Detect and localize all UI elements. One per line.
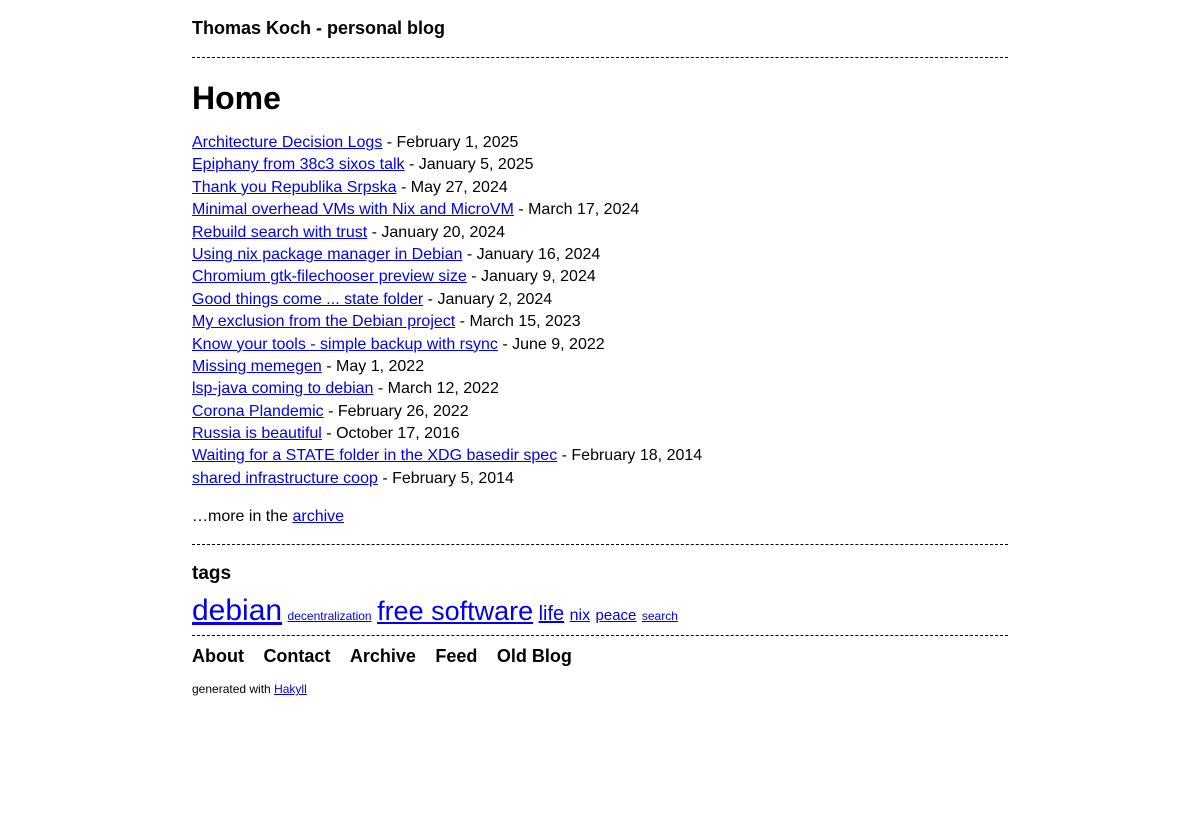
post-date-separator: - (462, 245, 477, 263)
post-link[interactable]: Waiting for a STATE folder in the XDG ba… (192, 447, 557, 464)
post-list-item: shared infrastructure coop - February 5,… (192, 468, 1008, 490)
post-date: March 12, 2022 (387, 380, 499, 398)
post-link[interactable]: Using nix package manager in Debian (192, 246, 462, 263)
post-link[interactable]: Minimal overhead VMs with Nix and MicroV… (192, 201, 514, 218)
tag-link[interactable]: search (642, 609, 678, 623)
post-date: January 9, 2024 (480, 268, 596, 286)
post-link[interactable]: Missing memegen (192, 358, 322, 375)
post-link[interactable]: Good things come ... state folder (192, 291, 423, 308)
post-link[interactable]: Thank you Republika Srpska (192, 179, 397, 196)
tags-heading: tags (192, 563, 232, 585)
post-link[interactable]: My exclusion from the Debian project (192, 313, 455, 330)
post-date-separator: - (396, 178, 411, 196)
post-list-item: Good things come ... state folder - Janu… (192, 289, 1008, 311)
post-date: February 26, 2022 (337, 402, 469, 420)
post-date-separator: - (367, 223, 382, 241)
post-list-item: lsp-java coming to debian - March 12, 20… (192, 378, 1008, 400)
post-date-separator: - (513, 201, 529, 219)
post-date: May 27, 2024 (410, 178, 508, 196)
post-date-separator: - (373, 380, 388, 398)
tag-link[interactable]: life (539, 603, 565, 625)
post-list: Architecture Decision Logs - February 1,… (192, 132, 1008, 490)
post-list-item: Thank you Republika Srpska - May 27, 202… (192, 177, 1008, 199)
tag-link[interactable]: nix (570, 607, 590, 624)
hakyll-link[interactable]: Hakyll (274, 682, 307, 696)
post-date: June 9, 2022 (512, 335, 605, 353)
post-list-item: Corona Plandemic - February 26, 2022 (192, 401, 1008, 423)
tag-link[interactable]: free software (377, 596, 533, 626)
post-list-item: Russia is beautiful - October 17, 2016 (192, 423, 1008, 445)
post-link[interactable]: Chromium gtk-filechooser preview size (192, 268, 467, 285)
post-link[interactable]: Know your tools - simple backup with rsy… (192, 336, 498, 353)
tag-link[interactable]: peace (596, 607, 637, 624)
footer-nav-feed[interactable]: Feed (435, 646, 477, 666)
post-date: February 18, 2014 (571, 447, 703, 465)
page-title: Home (192, 80, 281, 116)
post-list-item: Minimal overhead VMs with Nix and MicroV… (192, 199, 1008, 221)
footer-nav-contact[interactable]: Contact (263, 646, 330, 666)
post-link[interactable]: Corona Plandemic (192, 403, 324, 420)
footer-divider (192, 635, 1008, 637)
page-wrapper: Thomas Koch - personal blog Home Archite… (192, 17, 1008, 697)
post-date: January 16, 2024 (476, 245, 601, 263)
site-title-link[interactable]: Thomas Koch - personal blog (192, 17, 1008, 39)
post-date-separator: - (455, 313, 470, 331)
more-archive-line: …more in the archive (192, 506, 1008, 528)
tag-link[interactable]: debian (192, 594, 282, 627)
post-link[interactable]: Rebuild search with trust (192, 224, 367, 241)
post-list-item: Rebuild search with trust - January 20, … (192, 222, 1008, 244)
post-date: January 2, 2024 (437, 290, 553, 308)
post-date-separator: - (382, 134, 397, 151)
generated-prefix: generated with (192, 682, 275, 697)
post-date-separator: - (323, 402, 338, 420)
post-list-item: My exclusion from the Debian project - M… (192, 311, 1008, 333)
content-divider (192, 544, 1008, 546)
post-date: March 15, 2023 (469, 313, 581, 331)
post-date: February 1, 2025 (396, 134, 519, 151)
post-date-separator: - (466, 268, 481, 286)
post-date-separator: - (321, 357, 337, 375)
footer-nav-archive[interactable]: Archive (350, 646, 416, 666)
post-list-item: Know your tools - simple backup with rsy… (192, 334, 1008, 356)
archive-link[interactable]: archive (292, 508, 344, 525)
post-link[interactable]: Architecture Decision Logs (192, 134, 382, 151)
more-prefix: …more in the (192, 508, 293, 526)
post-list-item: Waiting for a STATE folder in the XDG ba… (192, 445, 1008, 467)
post-list-item: Using nix package manager in Debian - Ja… (192, 244, 1008, 266)
footer-nav: About Contact Archive Feed Old Blog (192, 645, 1008, 667)
post-date-separator: - (557, 447, 572, 465)
footer-nav-old-blog[interactable]: Old Blog (497, 646, 572, 666)
footer-nav-about[interactable]: About (192, 646, 244, 666)
post-list-item: Architecture Decision Logs - February 1,… (192, 132, 1008, 154)
post-date-separator: - (423, 290, 438, 308)
tag-cloud: debian decentralization free software li… (192, 593, 1008, 629)
post-link[interactable]: Russia is beautiful (192, 425, 322, 442)
header-divider (192, 57, 1008, 58)
post-date-separator: - (321, 425, 337, 443)
post-list-item: Chromium gtk-filechooser preview size - … (192, 266, 1008, 288)
post-date: February 5, 2014 (392, 469, 514, 487)
post-date: January 5, 2025 (418, 156, 534, 174)
post-date-separator: - (497, 335, 513, 353)
post-date: January 20, 2024 (381, 223, 506, 241)
generated-with-line: generated with Hakyll (192, 681, 1008, 697)
post-list-item: Missing memegen - May 1, 2022 (192, 356, 1008, 378)
tag-link[interactable]: decentralization (288, 609, 372, 623)
post-link[interactable]: lsp-java coming to debian (192, 380, 373, 397)
post-link[interactable]: shared infrastructure coop (192, 470, 378, 487)
post-date: October 17, 2016 (336, 425, 460, 443)
post-date: March 17, 2024 (528, 201, 640, 219)
post-date: May 1, 2022 (336, 357, 425, 375)
post-date-separator: - (404, 156, 419, 174)
post-link[interactable]: Epiphany from 38c3 sixos talk (192, 156, 405, 173)
post-list-item: Epiphany from 38c3 sixos talk - January … (192, 154, 1008, 176)
post-date-separator: - (377, 469, 393, 487)
